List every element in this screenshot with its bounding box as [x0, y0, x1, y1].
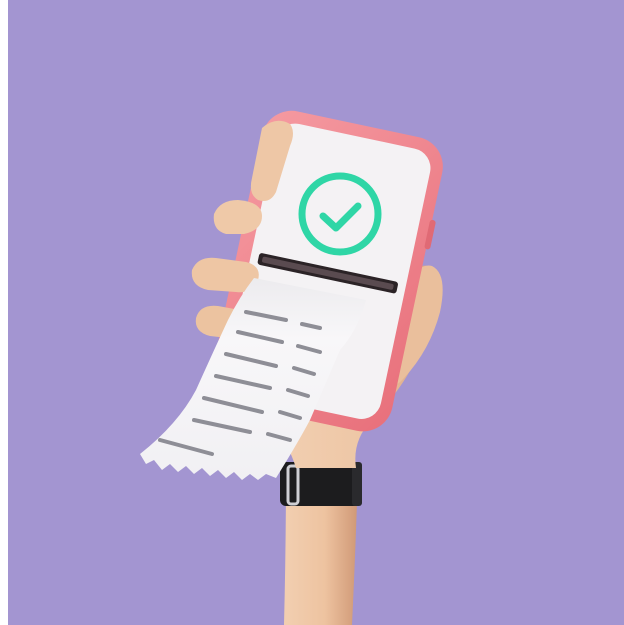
watch-strap: [280, 462, 362, 506]
hand-phone-receipt-scene: [140, 110, 443, 625]
middle-finger: [213, 200, 262, 234]
wristwatch: [280, 462, 362, 506]
illustration-frame: [0, 0, 624, 625]
